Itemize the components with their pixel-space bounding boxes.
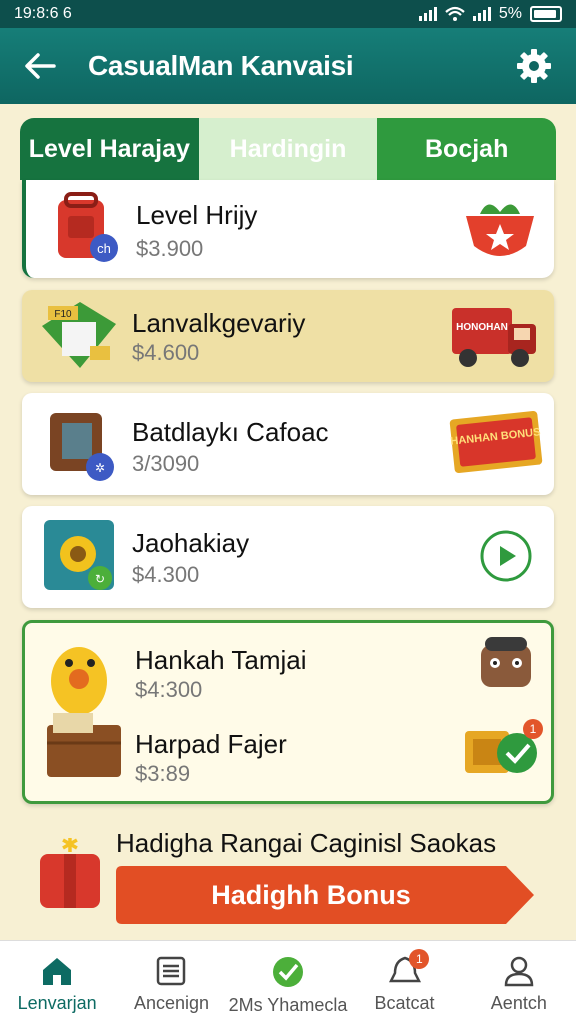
arrow-left-icon[interactable] [22, 48, 58, 84]
bonus-button[interactable]: Hadighh Bonus [116, 866, 536, 924]
check-badge-icon [272, 957, 303, 987]
item-price: 3/3090 [132, 451, 200, 476]
list-item[interactable]: F10 Lanvalkgevariy $4.600 HONOHAN [22, 290, 554, 382]
nav-label: Bcatcat [374, 993, 435, 1013]
item-name: Jaohakiay [132, 528, 250, 558]
bonus-ticket-icon: HANHAN BONUS [449, 410, 543, 474]
svg-text:F10: F10 [54, 309, 72, 320]
item-price: $4.300 [132, 562, 200, 587]
status-icons: 5% [418, 5, 562, 23]
nav-list[interactable]: Ancenign [114, 941, 228, 1024]
page-title: CasualMan Kanvaisi [88, 50, 354, 81]
signal-icon-2 [472, 7, 491, 21]
status-bar: 19:8:6 6 5% [0, 0, 576, 28]
signal-icon [418, 7, 437, 21]
item-name: Harpad Fajer [135, 729, 287, 759]
nav-label: Lenvarjan [17, 993, 97, 1013]
status-time: 19:8:6 6 [14, 5, 72, 22]
list-item[interactable]: ch Level Hrijy $3.900 [22, 180, 554, 278]
nav-profile[interactable]: Aentch [462, 941, 576, 1024]
nav-label: Aentch [490, 993, 547, 1013]
shop-box-icon: F10 [42, 302, 116, 368]
bonus-title: Hadigha Rangai Caginisl Saokas [116, 828, 497, 858]
nav-label: 2Ms Yhamecla [228, 995, 348, 1015]
item-name: Lanvalkgevariy [132, 308, 306, 338]
item-price: $4:300 [135, 677, 203, 702]
list-icon [157, 956, 186, 986]
app-bar: CasualMan Kanvaisi [0, 28, 576, 104]
item-name: Level Hrijy [136, 200, 258, 230]
item-price: $3:89 [135, 761, 191, 786]
nav-home[interactable]: Lenvarjan [0, 941, 114, 1024]
nav-notifications[interactable]: 1 Bcatcat [347, 941, 461, 1024]
tab-bocjah[interactable]: Bocjah [377, 118, 556, 180]
tab-hardingin[interactable]: Hardingin [198, 118, 378, 180]
list-item[interactable]: ✲ Batdlaykı Cafoac 3/3090 HANHAN BONUS [22, 393, 554, 495]
gift-box-icon: ✱ [40, 838, 100, 908]
item-price: $3.900 [136, 236, 204, 261]
thumb-badge-count: 1 [530, 722, 537, 736]
wallet-icon: ✲ [50, 413, 114, 481]
play-icon[interactable] [478, 528, 534, 584]
nav-rewards[interactable]: 2Ms Yhamecla [228, 941, 348, 1024]
svg-text:ch: ch [97, 241, 111, 256]
item-price: $4.600 [132, 340, 200, 365]
battery-icon [530, 6, 562, 22]
truck-icon: HONOHAN [452, 308, 536, 367]
character-icon [481, 637, 531, 687]
bonus-button-label: Hadighh Bonus [211, 879, 411, 910]
svg-text:↻: ↻ [95, 572, 105, 586]
tab-level[interactable]: Level Harajay [20, 118, 199, 180]
wifi-icon [445, 6, 465, 21]
list-item[interactable]: ↻ Jaohakiay $4.300 [22, 506, 554, 608]
bottom-nav: Lenvarjan Ancenign 2Ms Yhamecla 1 Bcatca… [0, 940, 576, 1024]
backpack-icon: ch [58, 192, 118, 262]
home-icon [43, 958, 72, 985]
battery-percent: 5% [498, 5, 522, 22]
coin-check-icon: 1 [465, 719, 543, 773]
person-icon [504, 956, 534, 987]
gear-icon[interactable] [514, 46, 554, 86]
chick-basket-icon [47, 647, 121, 777]
strawberry-shield-icon [466, 204, 534, 256]
notification-badge: 1 [409, 949, 430, 969]
nav-label: Ancenign [133, 993, 209, 1013]
svg-text:✱: ✱ [61, 838, 79, 858]
sunflower-icon: ↻ [44, 520, 114, 590]
svg-text:✲: ✲ [95, 461, 105, 475]
item-name: Hankah Tamjai [135, 645, 307, 675]
list-item-group[interactable]: Hankah Tamjai $4:300 Harpad Fajer $3:89 … [22, 620, 554, 804]
bonus-section: ✱ Hadigha Rangai Caginisl Saokas Hadighh… [0, 820, 576, 940]
truck-text: HONOHAN [456, 322, 508, 333]
tab-bar: Level Harajay Hardingin Bocjah [20, 118, 556, 180]
item-name: Batdlaykı Cafoac [132, 417, 329, 447]
